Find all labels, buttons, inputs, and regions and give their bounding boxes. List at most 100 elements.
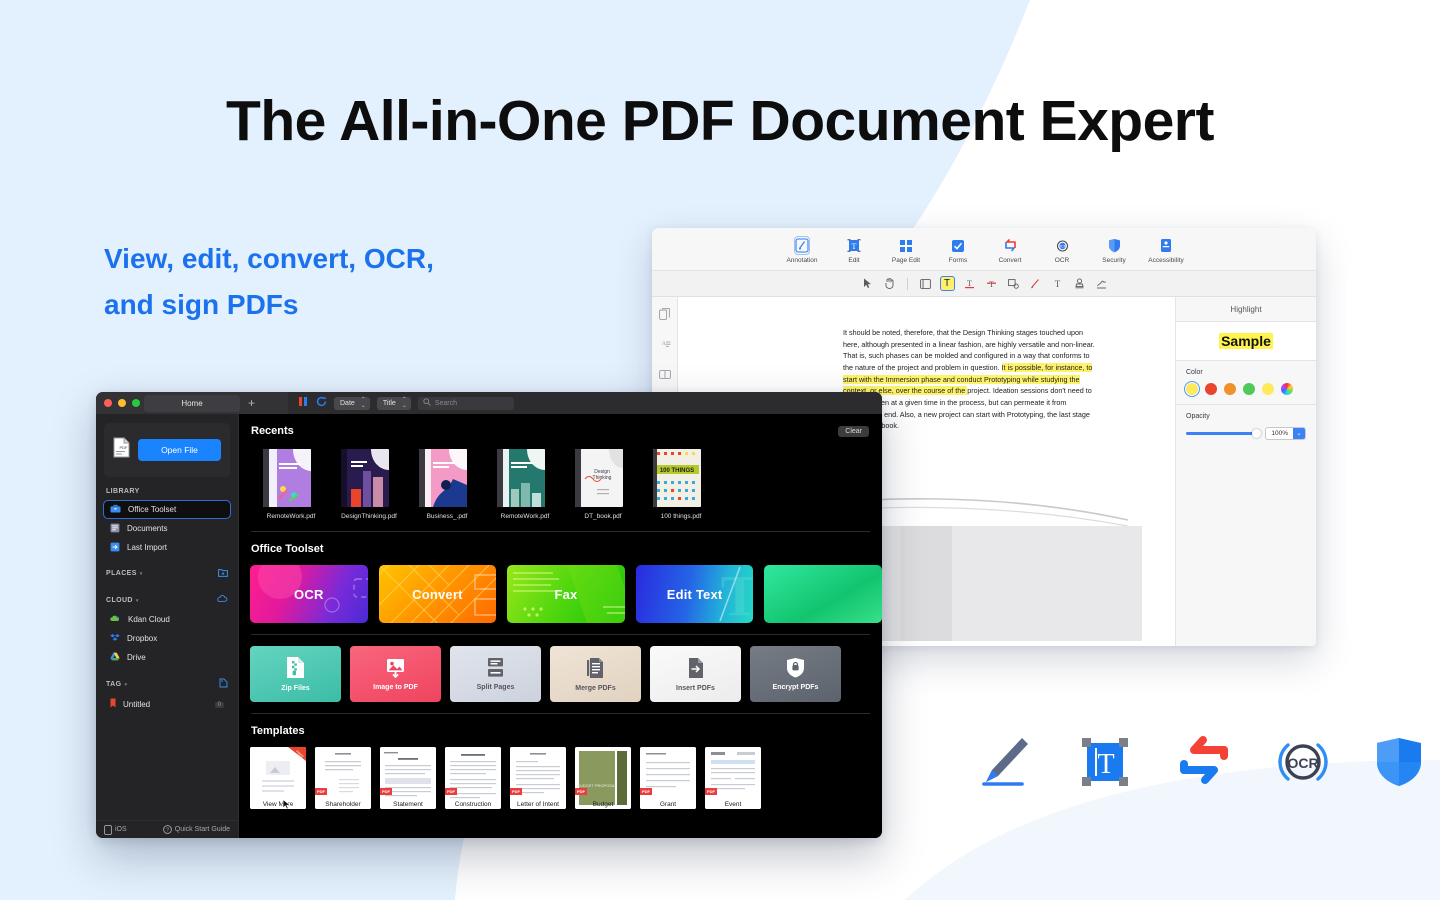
template-item-grant[interactable]: PDF Grant xyxy=(640,747,696,809)
plus-icon[interactable]: + xyxy=(248,396,255,410)
pdf-badge: PDF xyxy=(315,788,327,795)
toolbar-tab-page-edit[interactable]: Page Edit xyxy=(880,237,932,264)
template-item-letter-of-intent[interactable]: PDF Letter of Intent xyxy=(510,747,566,809)
text-icon[interactable]: T xyxy=(1051,277,1064,290)
template-preview: FREE xyxy=(250,747,306,809)
thumbnails-icon[interactable] xyxy=(659,308,670,323)
color-wheel-icon[interactable] xyxy=(1281,383,1293,395)
pdf-badge: PDF xyxy=(510,788,522,795)
search-input[interactable]: Search xyxy=(417,396,514,410)
recent-file-item[interactable]: DesignThinking.pdf xyxy=(341,449,397,520)
opacity-stepper[interactable]: 100% ⌄ xyxy=(1265,427,1306,440)
hand-icon[interactable] xyxy=(883,277,896,290)
tile-label: Insert PDFs xyxy=(676,684,715,692)
toolbar-tab-ocr[interactable]: OCR OCR xyxy=(1036,237,1088,264)
tile-compress-partial[interactable] xyxy=(764,565,882,623)
tile-split-pages[interactable]: Split Pages xyxy=(450,646,541,702)
template-label: Event xyxy=(724,801,742,808)
tile-ocr[interactable]: OCR xyxy=(250,565,368,623)
opacity-label: Opacity xyxy=(1186,413,1210,420)
minimize-icon[interactable] xyxy=(118,399,126,407)
sidebar-item-label: Last Import xyxy=(127,543,168,552)
opacity-slider[interactable] xyxy=(1186,428,1262,438)
opacity-slider-handle[interactable] xyxy=(1252,428,1262,438)
color-swatch-row xyxy=(1183,380,1306,398)
add-tag-icon[interactable] xyxy=(219,678,228,690)
sort-by-value: Date xyxy=(340,399,355,407)
cursor-arrow-icon[interactable] xyxy=(861,277,874,290)
signature-icon[interactable] xyxy=(1095,277,1108,290)
sidebar-item-untitled-tag[interactable]: Untitled 0 xyxy=(104,696,230,713)
toolbar-tab-edit[interactable]: T Edit xyxy=(828,237,880,264)
close-icon[interactable] xyxy=(104,399,112,407)
tile-image-to-pdf[interactable]: Image to PDF xyxy=(350,646,441,702)
color-swatch-green[interactable] xyxy=(1243,383,1255,395)
pencil-icon[interactable] xyxy=(1029,277,1042,290)
pdf-badge: PDF xyxy=(640,788,652,795)
recent-file-item[interactable]: 100 THINGS 100 things.pdf xyxy=(653,449,709,520)
toolbar-label: Annotation xyxy=(786,257,818,264)
tile-insert-pdfs[interactable]: Insert PDFs xyxy=(650,646,741,702)
toolbar-tab-convert[interactable]: Convert xyxy=(984,237,1036,264)
color-swatch-yellow[interactable] xyxy=(1262,383,1274,395)
tile-label: Fax xyxy=(554,586,578,602)
ios-link[interactable]: iOS xyxy=(104,824,127,835)
open-file-button[interactable]: Open File xyxy=(138,439,221,461)
tile-edit-text[interactable]: T Edit Text xyxy=(635,565,754,623)
guide-label: Quick Start Guide xyxy=(174,826,230,833)
tile-convert[interactable]: Convert xyxy=(378,565,497,623)
edit-text-icon: T xyxy=(1078,736,1132,793)
quick-start-guide-link[interactable]: ? Quick Start Guide xyxy=(162,825,230,834)
recent-file-item[interactable]: Business_.pdf xyxy=(419,449,475,520)
bookmark-icon[interactable] xyxy=(658,369,671,383)
file-name: DT_book.pdf xyxy=(584,513,622,520)
sort-by-date-select[interactable]: Date ⌃ ⌄ xyxy=(334,396,370,410)
outline-icon[interactable]: A xyxy=(659,339,671,353)
sidebar-item-office-toolset[interactable]: Office Toolset xyxy=(103,500,231,519)
sort-field-title-select[interactable]: Title ⌃ ⌄ xyxy=(376,396,411,410)
sidebar-item-kdan-cloud[interactable]: Kdan Cloud xyxy=(104,611,230,628)
underline-icon[interactable]: T xyxy=(963,277,976,290)
maximize-icon[interactable] xyxy=(132,399,140,407)
toolbar-tab-accessibility[interactable]: Accessibility xyxy=(1140,237,1192,264)
phone-icon xyxy=(104,824,112,835)
clear-recents-button[interactable]: Clear xyxy=(838,426,869,437)
template-label: View More xyxy=(262,801,294,808)
toolbar-tab-annotation[interactable]: Annotation xyxy=(776,236,828,264)
office-toolset-title: Office Toolset xyxy=(251,543,324,555)
sidebar-item-dropbox[interactable]: Dropbox xyxy=(104,630,230,647)
template-item-view-more[interactable]: FREE View More xyxy=(250,747,306,809)
color-swatch-orange[interactable] xyxy=(1224,383,1236,395)
sidebar-item-last-import[interactable]: Last Import xyxy=(104,539,230,556)
template-item-event[interactable]: PDF Event xyxy=(705,747,761,809)
color-swatch-red[interactable] xyxy=(1205,383,1217,395)
note-icon[interactable] xyxy=(919,277,932,290)
sidebar-item-documents[interactable]: Documents xyxy=(104,520,230,537)
template-item-statement[interactable]: PDF Statement xyxy=(380,747,436,809)
strikethrough-icon[interactable]: T xyxy=(985,277,998,290)
toolbar-tab-forms[interactable]: Forms xyxy=(932,237,984,264)
sidebar-item-drive[interactable]: Drive xyxy=(104,649,230,666)
recent-file-item[interactable]: Design Thinking DT_book.pdf xyxy=(575,449,631,520)
file-name: 100 things.pdf xyxy=(660,513,702,520)
highlight-icon[interactable]: T xyxy=(939,276,955,291)
tile-fax[interactable]: Fax xyxy=(507,565,625,623)
tile-encrypt-pdfs[interactable]: Encrypt PDFs xyxy=(750,646,841,702)
recent-file-item[interactable]: RemoteWork.pdf xyxy=(497,449,553,520)
refresh-icon[interactable] xyxy=(316,394,327,412)
recent-file-item[interactable]: RemoteWork.pdf xyxy=(263,449,319,520)
stamp-icon[interactable] xyxy=(1073,277,1086,290)
template-item-shareholder[interactable]: PDF Shareholder xyxy=(315,747,371,809)
tab-home[interactable]: Home xyxy=(144,395,240,412)
shape-icon[interactable] xyxy=(1007,277,1020,290)
toolbar-tab-security[interactable]: Security xyxy=(1088,237,1140,264)
chevron-down-icon[interactable]: ⌄ xyxy=(1293,428,1305,439)
template-item-construction[interactable]: PDF Construction xyxy=(445,747,501,809)
tile-zip-files[interactable]: Zip Files xyxy=(250,646,341,702)
color-swatch-yellow-selected[interactable] xyxy=(1183,380,1201,398)
sort-icon[interactable] xyxy=(298,394,309,412)
add-folder-icon[interactable] xyxy=(218,568,228,579)
tile-merge-pdfs[interactable]: Merge PDFs xyxy=(550,646,641,702)
template-item-budget[interactable]: BUDGET PROPOSAL PDF Budget xyxy=(575,747,631,809)
cloud-icon[interactable] xyxy=(217,595,228,605)
